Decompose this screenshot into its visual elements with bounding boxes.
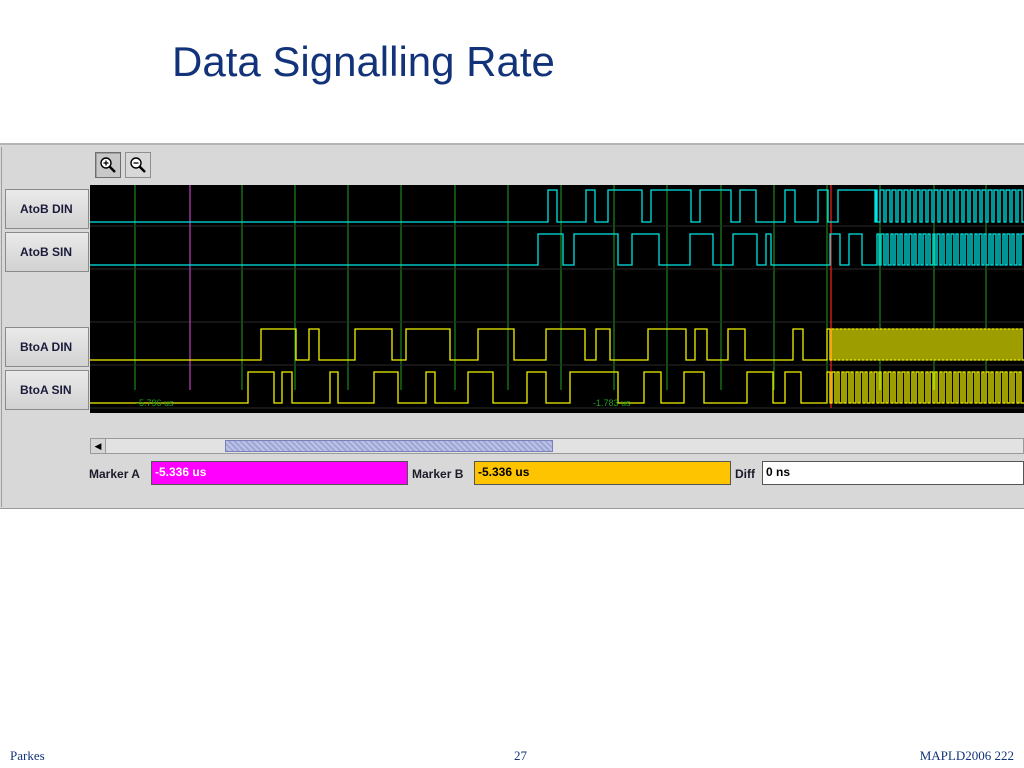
footer-page-number: 27 — [514, 748, 527, 763]
waveform-canvas[interactable]: -5.796 us -1.783 us — [90, 185, 1024, 413]
zoom-in-icon — [100, 157, 116, 173]
time-label-left: -5.796 us — [136, 398, 174, 408]
slide-title: Data Signalling Rate — [172, 38, 555, 85]
trace-atob-din — [90, 189, 1024, 223]
signal-label-atob-din[interactable]: AtoB DIN — [5, 189, 89, 229]
marker-b-label: Marker B — [412, 467, 464, 481]
zoom-out-icon — [130, 157, 146, 173]
marker-a-label: Marker A — [89, 467, 140, 481]
scroll-thumb[interactable] — [225, 440, 553, 452]
signal-label-btoa-sin[interactable]: BtoA SIN — [5, 370, 89, 410]
diff-label: Diff — [735, 467, 755, 481]
zoom-in-button[interactable] — [95, 152, 121, 178]
footer-author: Parkes — [10, 748, 45, 763]
scroll-left-arrow-icon[interactable]: ◀ — [91, 439, 106, 453]
waveform-viewer-window: AtoB DIN AtoB SIN BtoA DIN BtoA SIN -5.7… — [0, 143, 1024, 509]
trace-btoa-din — [90, 328, 1024, 361]
zoom-out-button[interactable] — [125, 152, 151, 178]
signal-label-btoa-din[interactable]: BtoA DIN — [5, 327, 89, 367]
diff-field[interactable]: 0 ns — [762, 461, 1024, 485]
signal-label-atob-sin[interactable]: AtoB SIN — [5, 232, 89, 272]
trace-btoa-sin — [90, 371, 1024, 404]
horizontal-scrollbar[interactable]: ◀ — [90, 438, 1024, 454]
marker-b-field[interactable]: -5.336 us — [474, 461, 731, 485]
marker-a-field[interactable]: -5.336 us — [151, 461, 408, 485]
time-label-mid: -1.783 us — [593, 398, 631, 408]
waveform-svg: -5.796 us -1.783 us — [90, 185, 1024, 409]
trace-atob-sin — [90, 233, 1024, 266]
window-edge — [1, 147, 2, 507]
footer-conference: MAPLD2006 222 — [919, 748, 1014, 763]
